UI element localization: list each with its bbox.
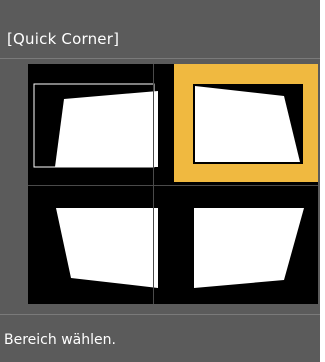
corner-option-bottom-right[interactable] — [174, 186, 318, 304]
keystone-preview-top-left-icon — [33, 83, 158, 168]
keystone-preview-bottom-left-icon — [56, 208, 158, 288]
keystone-preview-bottom-right-icon — [194, 208, 304, 288]
grid-divider-horizontal — [28, 185, 318, 186]
keystone-preview-top-right-icon — [193, 84, 303, 164]
corner-option-top-right[interactable] — [174, 64, 318, 182]
status-separator — [0, 314, 320, 315]
title-separator — [0, 58, 320, 59]
corner-option-bottom-left[interactable] — [28, 186, 172, 304]
status-text: Bereich wählen. — [4, 332, 116, 348]
corner-grid — [28, 64, 318, 304]
quick-corner-panel: [Quick Corner] Bereich wählen. — [0, 0, 320, 362]
grid-divider-vertical — [153, 64, 154, 304]
panel-title: [Quick Corner] — [7, 30, 120, 48]
corner-option-top-left[interactable] — [28, 64, 172, 182]
